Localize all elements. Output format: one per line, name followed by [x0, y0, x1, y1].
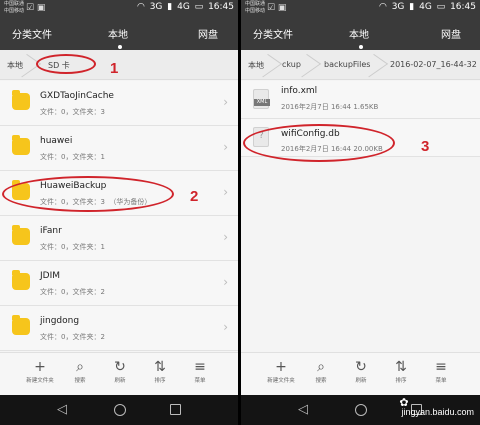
tab-cloud[interactable]: 网盘	[441, 26, 461, 41]
plus-icon: +	[34, 359, 46, 375]
annotation-number-1: 1	[110, 60, 119, 77]
search-button[interactable]: ⌕ 搜索	[60, 357, 100, 386]
new-folder-button[interactable]: + 新建文件夹	[261, 357, 301, 386]
network-4g-label: 4G	[177, 2, 190, 12]
folder-icon	[12, 270, 30, 290]
recent-apps-icon[interactable]	[170, 404, 181, 415]
list-item[interactable]: iFanr 文件：0，文件夹：1 ›	[0, 216, 238, 261]
list-item[interactable]: JDIM 文件：0，文件夹：2 ›	[0, 261, 238, 306]
annotation-circle-3	[243, 124, 395, 162]
tab-category[interactable]: 分类文件	[12, 26, 52, 41]
system-nav-bar: ◁	[0, 395, 238, 425]
breadcrumb: 本地 ckup backupFiles 2016-02-07_16-44-32	[241, 50, 480, 80]
bottom-toolbar: + 新建文件夹 ⌕ 搜索 ↻ 刷新 ⇅ 排序 ≡ 菜单	[0, 352, 238, 395]
refresh-icon: ↻	[114, 359, 126, 375]
signal-icon: ▮	[409, 2, 415, 12]
sort-button[interactable]: ⇅ 排序	[381, 357, 421, 386]
chevron-right-icon: ›	[223, 230, 228, 244]
list-item[interactable]: huawei 文件：0，文件夹：1 ›	[0, 126, 238, 171]
battery-icon: ▭	[436, 2, 446, 12]
tab-local[interactable]: 本地	[349, 26, 369, 41]
status-right: ◠ 3G ▮ 4G ▭ 16:45	[377, 2, 476, 12]
wifi-icon: ◠	[378, 2, 387, 12]
tab-cloud[interactable]: 网盘	[198, 26, 218, 41]
notification-icons: ☑ ▣	[26, 3, 46, 13]
watermark: jingyan.baidu.com	[401, 407, 474, 417]
breadcrumb-separator	[268, 50, 276, 80]
clock: 16:45	[208, 2, 234, 12]
xml-file-icon: XML	[253, 89, 270, 109]
breadcrumb-separator	[27, 50, 35, 80]
refresh-button[interactable]: ↻ 刷新	[100, 357, 140, 386]
breadcrumb-separator	[374, 50, 382, 80]
search-icon: ⌕	[317, 359, 325, 375]
tab-bar: 分类文件 本地 网盘	[0, 17, 238, 50]
annotation-number-3: 3	[421, 138, 430, 155]
network-4g-label: 4G	[419, 2, 432, 12]
refresh-icon: ↻	[355, 359, 367, 375]
breadcrumb-separator	[307, 50, 315, 80]
menu-icon: ≡	[435, 359, 447, 375]
folder-icon	[12, 90, 30, 110]
menu-icon: ≡	[194, 359, 206, 375]
search-icon: ⌕	[76, 359, 84, 375]
chevron-right-icon: ›	[223, 320, 228, 334]
carrier-label: 中国联通 中国移动	[4, 1, 25, 14]
notification-icons: ☑ ▣	[267, 3, 287, 13]
sort-icon: ⇅	[395, 359, 407, 375]
menu-button[interactable]: ≡ 菜单	[180, 357, 220, 386]
clock: 16:45	[450, 2, 476, 12]
right-screen: 中国联通 中国移动 ☑ ▣ ◠ 3G ▮ 4G ▭ 16:45 分类文件 本地 …	[241, 0, 480, 425]
list-item[interactable]: jingdong 文件：0，文件夹：2 ›	[0, 306, 238, 351]
battery-icon: ▭	[194, 2, 204, 12]
chevron-right-icon: ›	[223, 275, 228, 289]
status-right: ◠ 3G ▮ 4G ▭ 16:45	[135, 2, 234, 12]
folder-icon	[12, 225, 30, 245]
annotation-number-2: 2	[190, 188, 199, 205]
annotation-circle-2	[2, 176, 174, 212]
tab-bar: 分类文件 本地 网盘	[241, 17, 480, 50]
status-bar: 中国联通 中国移动 ☑ ▣ ◠ 3G ▮ 4G ▭ 16:45	[241, 0, 480, 17]
plus-icon: +	[275, 359, 287, 375]
home-icon[interactable]	[114, 404, 126, 416]
search-button[interactable]: ⌕ 搜索	[301, 357, 341, 386]
wifi-icon: ◠	[136, 2, 145, 12]
back-icon[interactable]: ◁	[298, 402, 308, 418]
breadcrumb-backup-folder[interactable]: 2016-02-07_16-44-32	[390, 60, 477, 69]
folder-icon	[12, 135, 30, 155]
new-folder-button[interactable]: + 新建文件夹	[20, 357, 60, 386]
folder-icon	[12, 315, 30, 335]
signal-icon: ▮	[167, 2, 173, 12]
refresh-button[interactable]: ↻ 刷新	[341, 357, 381, 386]
chevron-right-icon: ›	[223, 185, 228, 199]
tab-local[interactable]: 本地	[108, 26, 128, 41]
annotation-circle-1	[36, 54, 96, 74]
home-icon[interactable]	[355, 404, 367, 416]
menu-button[interactable]: ≡ 菜单	[421, 357, 461, 386]
chevron-right-icon: ›	[223, 95, 228, 109]
tab-category[interactable]: 分类文件	[253, 26, 293, 41]
chevron-right-icon: ›	[223, 140, 228, 154]
list-item[interactable]: GXDTaoJinCache 文件：0，文件夹：3 ›	[0, 81, 238, 126]
bottom-toolbar: + 新建文件夹 ⌕ 搜索 ↻ 刷新 ⇅ 排序 ≡ 菜单	[241, 352, 480, 395]
sort-button[interactable]: ⇅ 排序	[140, 357, 180, 386]
list-item[interactable]: XML info.xml 2016年2月7日 16:44 1.65KB	[241, 81, 480, 119]
network-3g-label: 3G	[149, 2, 163, 12]
carrier-label: 中国联通 中国移动	[245, 1, 266, 14]
network-3g-label: 3G	[391, 2, 405, 12]
active-tab-indicator	[118, 45, 122, 49]
sort-icon: ⇅	[154, 359, 166, 375]
active-tab-indicator	[359, 45, 363, 49]
status-bar: 中国联通 中国移动 ☑ ▣ ◠ 3G ▮ 4G ▭ 16:45	[0, 0, 238, 17]
left-screen: 中国联通 中国移动 ☑ ▣ ◠ 3G ▮ 4G ▭ 16:45 分类文件 本地 …	[0, 0, 238, 425]
back-icon[interactable]: ◁	[57, 402, 67, 418]
